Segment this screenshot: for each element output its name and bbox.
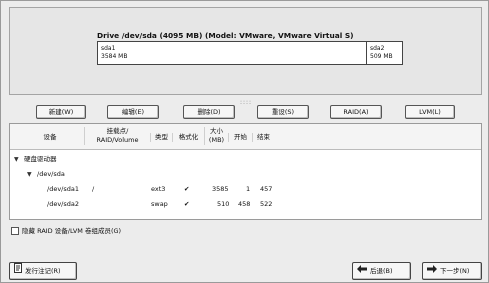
- column-header-end[interactable]: 结束: [252, 133, 274, 142]
- back-label: 后退(B): [370, 267, 393, 275]
- next-button[interactable]: 下一步(N): [422, 262, 482, 280]
- release-notes-label: 发行注记(R): [25, 267, 61, 275]
- lvm-button[interactable]: LVM(L): [405, 105, 455, 119]
- column-header-device[interactable]: 设备: [30, 133, 70, 142]
- row-size: 510: [217, 200, 230, 208]
- arrow-left-icon: [357, 263, 367, 279]
- mount-header-line1: 挂载点/: [106, 127, 129, 135]
- row-start: 458: [238, 200, 251, 208]
- column-header-mount[interactable]: 挂载点/ RAID/Volume: [84, 127, 150, 145]
- segment-name: sda1: [101, 45, 116, 52]
- segment-size: 509 MB: [370, 53, 393, 60]
- column-header-size[interactable]: 大小 (MB): [204, 127, 228, 145]
- drive-title: Drive /dev/sda (4095 MB) (Model: VMware,…: [97, 31, 354, 40]
- size-header-line2: (MB): [208, 136, 225, 144]
- installer-window: Drive /dev/sda (4095 MB) (Model: VMware,…: [0, 0, 489, 283]
- expand-arrow-icon[interactable]: ▼: [27, 171, 32, 178]
- document-icon: [14, 263, 22, 279]
- row-device: /dev/sda1: [47, 185, 79, 193]
- delete-button[interactable]: 删除(D): [183, 105, 235, 119]
- hide-raid-checkbox-label[interactable]: 隐藏 RAID 设备/LVM 卷组成员(G): [22, 226, 121, 236]
- row-size: 3585: [212, 185, 229, 193]
- new-button[interactable]: 新建(W): [36, 105, 86, 119]
- size-header-line1: 大小: [210, 127, 223, 135]
- row-type: ext3: [151, 185, 166, 193]
- reset-button[interactable]: 重设(S): [257, 105, 309, 119]
- edit-button[interactable]: 编辑(E): [107, 105, 159, 119]
- disk-partition-bar: sda1 3584 MB sda2 509 MB: [97, 41, 403, 65]
- expand-arrow-icon[interactable]: ▼: [14, 156, 19, 163]
- column-header-format[interactable]: 格式化: [172, 133, 204, 142]
- partition-segment-sda1[interactable]: sda1 3584 MB: [98, 42, 366, 64]
- raid-button[interactable]: RAID(A): [330, 105, 382, 119]
- partition-segment-sda2[interactable]: sda2 509 MB: [366, 42, 402, 64]
- column-header-start[interactable]: 开始: [228, 133, 252, 142]
- back-button[interactable]: 后退(B): [352, 262, 411, 280]
- segment-name: sda2: [370, 45, 385, 52]
- row-type: swap: [151, 200, 168, 208]
- table-header: 设备 挂载点/ RAID/Volume 类型 格式化 大小 (MB) 开始 结束: [10, 124, 481, 150]
- column-header-type[interactable]: 类型: [150, 133, 172, 142]
- row-start: 1: [246, 185, 251, 193]
- next-label: 下一步(N): [440, 267, 470, 275]
- drive-map-panel: Drive /dev/sda (4095 MB) (Model: VMware,…: [9, 7, 482, 95]
- row-end: 522: [260, 200, 273, 208]
- row-end: 457: [260, 185, 273, 193]
- partition-table: 设备 挂载点/ RAID/Volume 类型 格式化 大小 (MB) 开始 结束…: [9, 123, 482, 220]
- segment-size: 3584 MB: [101, 53, 128, 60]
- arrow-right-icon: [427, 263, 437, 279]
- row-mount: /: [92, 185, 95, 193]
- mount-header-line2: RAID/Volume: [96, 136, 139, 144]
- tree-group-hard-drives[interactable]: 硬盘驱动器: [24, 155, 57, 164]
- pane-resize-handle[interactable]: ::::: [234, 100, 258, 106]
- row-device: /dev/sda2: [47, 200, 79, 208]
- format-check-icon: ✔: [184, 185, 190, 193]
- tree-disk-sda[interactable]: /dev/sda: [37, 170, 65, 179]
- format-check-icon: ✔: [184, 200, 190, 208]
- hide-raid-checkbox[interactable]: [11, 227, 19, 235]
- release-notes-button[interactable]: 发行注记(R): [9, 262, 77, 280]
